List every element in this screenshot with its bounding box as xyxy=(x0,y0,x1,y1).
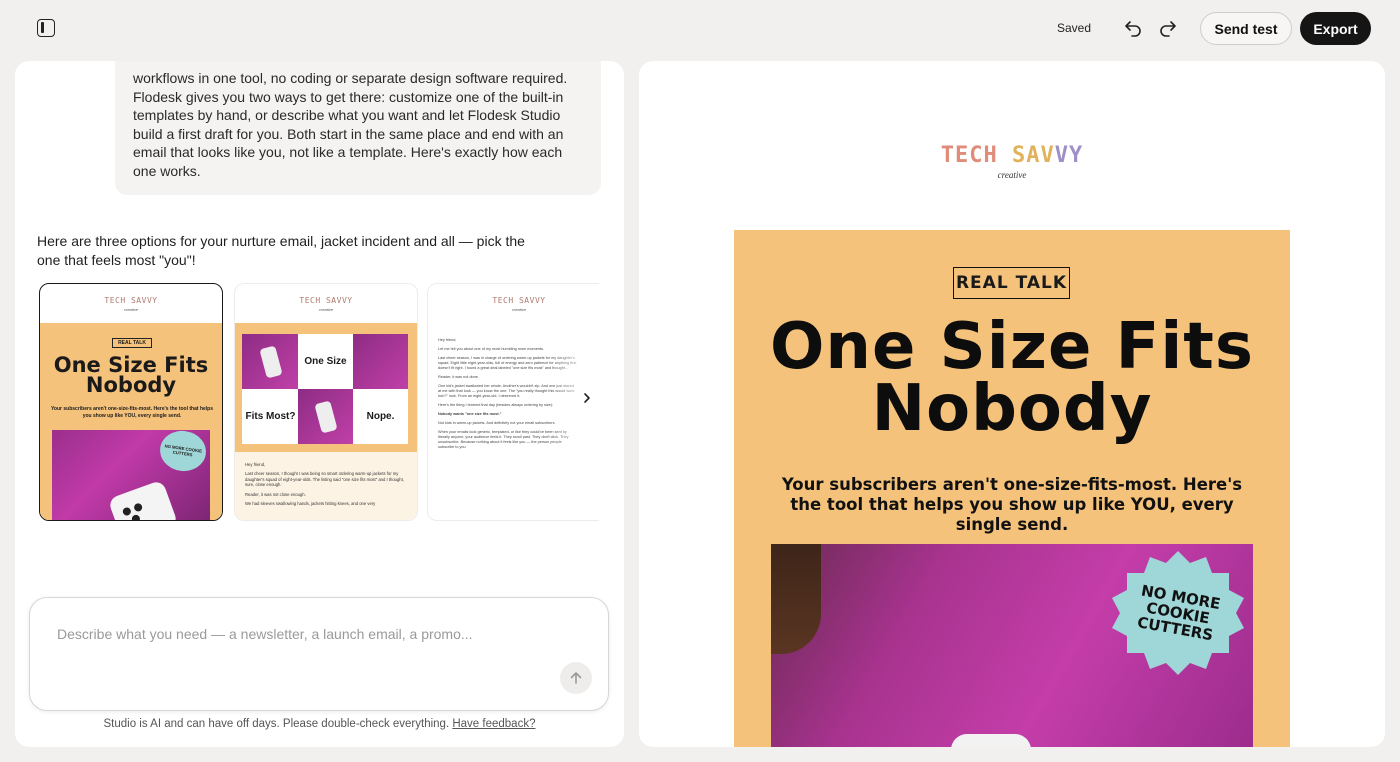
grid-photo xyxy=(298,389,353,444)
logo-subtitle: creative xyxy=(997,170,1027,180)
email-preview-panel: TECH SAVVY creative REAL TALK One Size F… xyxy=(639,61,1385,747)
export-button[interactable]: Export xyxy=(1300,12,1371,45)
phone-image xyxy=(951,734,1031,747)
option-logo: TECH SAVVY xyxy=(104,296,158,305)
email-hero-block[interactable]: REAL TALK One Size Fits Nobody Your subs… xyxy=(734,230,1290,747)
body-paragraph: Last cheer season, I thought I was being… xyxy=(245,471,404,488)
option-logo-sub: creative xyxy=(318,307,333,312)
option-logo-sub: creative xyxy=(123,307,138,312)
sidebar-toggle-icon[interactable] xyxy=(37,19,55,37)
grid-text-nope: Nope. xyxy=(353,389,408,444)
hero-description: Your subscribers aren't one-size-fits-mo… xyxy=(781,475,1243,534)
grid-text-fits-most: Fits Most? xyxy=(242,389,299,444)
hero-title-line-1: One Size Fits xyxy=(770,310,1254,384)
assistant-message: Here are three options for your nurture … xyxy=(37,233,525,268)
email-options-carousel: TECH SAVVY creative REAL TALK One Size F… xyxy=(39,283,599,523)
chevron-right-icon[interactable] xyxy=(580,391,594,405)
body-greeting: Hey friend, xyxy=(245,462,266,467)
grid-text-one-size: One Size xyxy=(298,334,353,389)
option-grid: One Size Fits Most? Nope. xyxy=(242,334,408,445)
prompt-composer[interactable]: Describe what you need — a newsletter, a… xyxy=(29,597,609,711)
feedback-link[interactable]: Have feedback? xyxy=(452,718,535,730)
grid-photo xyxy=(242,334,299,389)
send-test-button[interactable]: Send test xyxy=(1200,12,1292,45)
brand-logo: TECH SAVVY creative xyxy=(639,143,1385,180)
option-logo: TECH SAVVY xyxy=(299,296,353,305)
save-status: Saved xyxy=(1057,21,1092,35)
user-message-bubble: workflows in one tool, no coding or sepa… xyxy=(115,61,601,195)
hero-photo: NO MORE COOKIE CUTTERS xyxy=(771,544,1253,747)
email-option-card-3[interactable]: TECH SAVVY creative Hey friend, Let me t… xyxy=(427,283,599,521)
grid-photo xyxy=(353,334,408,389)
submit-button[interactable] xyxy=(560,662,592,694)
chat-panel: workflows in one tool, no coding or sepa… xyxy=(15,61,624,747)
logo-wordmark: TECH SAVVY xyxy=(940,143,1084,168)
badge: NO MORE COOKIE CUTTERS xyxy=(1108,548,1248,678)
hero-tag: REAL TALK xyxy=(953,267,1070,299)
body-paragraph: We had sleeves swallowing hands, jackets… xyxy=(245,501,376,507)
disclaimer-text: Studio is AI and can have off days. Plea… xyxy=(103,718,450,730)
undo-icon[interactable] xyxy=(1123,18,1143,38)
prompt-input[interactable]: Describe what you need — a newsletter, a… xyxy=(57,626,473,642)
email-option-card-2[interactable]: TECH SAVVY creative One Size Fits Most? … xyxy=(234,283,418,521)
option-tag: REAL TALK xyxy=(112,338,152,348)
hero-title: One Size Fits Nobody xyxy=(734,310,1290,446)
option-desc: Your subscribers aren't one-size-fits-mo… xyxy=(50,406,214,419)
option-title: One Size Fits Nobody xyxy=(53,353,209,397)
badge-text: NO MORE COOKIE CUTTERS xyxy=(1135,581,1222,645)
top-toolbar: Saved Send test Export xyxy=(0,0,1400,60)
body-paragraph: Reader, it was not close enough. xyxy=(245,491,306,497)
option-hero: REAL TALK One Size Fits Nobody Your subs… xyxy=(40,323,222,520)
hero-title-line-2: Nobody xyxy=(871,372,1153,446)
arrow-up-icon xyxy=(570,672,582,684)
photo-hair xyxy=(771,544,821,654)
option-body: Hey friend, Last cheer season, I thought… xyxy=(235,452,417,520)
email-option-card-1[interactable]: TECH SAVVY creative REAL TALK One Size F… xyxy=(39,283,223,521)
ai-disclaimer: Studio is AI and can have off days. Plea… xyxy=(15,718,624,730)
phone-image xyxy=(107,479,179,520)
redo-icon[interactable] xyxy=(1158,18,1178,38)
